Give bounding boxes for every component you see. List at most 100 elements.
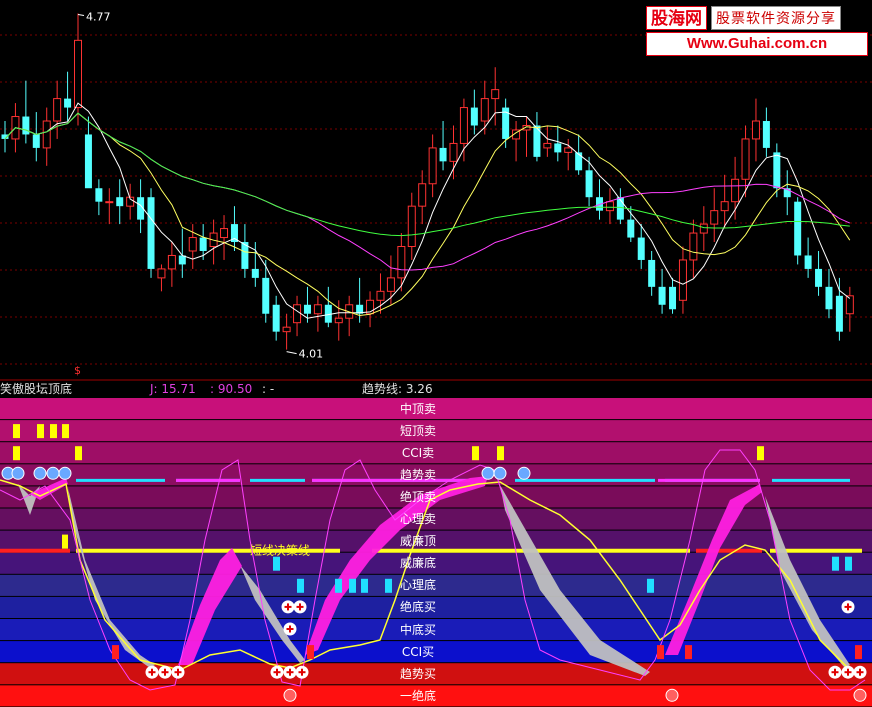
psych-bottom-marker [297, 578, 304, 593]
candle-body-up [428, 147, 437, 185]
band-label: 一绝底 [399, 688, 436, 703]
candle-body-up [543, 142, 552, 149]
mid-bottom-buy-marker [283, 622, 297, 636]
trend-sell-ball [493, 466, 507, 480]
candle-body-up [407, 205, 416, 248]
candle-body-down [815, 268, 823, 287]
band-label: 中顶卖 [399, 401, 436, 416]
psych-bottom-marker [335, 578, 342, 593]
high-label-arrow [77, 13, 85, 16]
candle-body-down [669, 286, 677, 310]
candle-body-down [627, 219, 635, 238]
cci-sell-marker [75, 446, 82, 461]
psych-bottom-marker [647, 578, 654, 593]
cci-sell-marker [13, 446, 20, 461]
candle-body-down [794, 201, 802, 256]
short-top-sell-marker [62, 424, 69, 439]
trend-sell-ball [11, 466, 25, 480]
candle-body-up [564, 147, 573, 153]
low-price-label: 4.01 [299, 348, 324, 361]
candle-body-down [575, 152, 583, 171]
cci-sell-marker [757, 446, 764, 461]
candle-body-up [689, 232, 698, 261]
candle-body-down [272, 304, 280, 332]
candle-body-down [262, 277, 270, 314]
william-top-marker [62, 534, 68, 549]
candle-body-up [282, 326, 291, 333]
william-bottom-marker [845, 556, 852, 571]
absolute-bottom-buy-marker [841, 600, 855, 614]
indicator-name: 笑傲股坛顶底 [0, 382, 73, 396]
candle-body-up [699, 223, 708, 234]
cci-sell-marker [497, 446, 504, 461]
candle-body-up [449, 142, 458, 162]
trend-buy-marker [853, 665, 867, 679]
candle-body-up [313, 304, 322, 315]
candle-body-up [845, 295, 854, 315]
trend-buy-marker [841, 665, 855, 679]
trend-buy-marker [283, 665, 297, 679]
candle-body-up [418, 183, 427, 207]
candle-body-down [32, 134, 40, 148]
band-label: 绝顶卖 [399, 489, 436, 504]
candle-body-down [199, 237, 207, 251]
candle-body-up [491, 89, 500, 100]
absolute-bottom-buy-marker [293, 600, 307, 614]
trend-buy-marker [828, 665, 842, 679]
candle-body-down [95, 188, 103, 202]
candle-body-up [386, 277, 395, 292]
candle-body-down [303, 304, 311, 314]
short-top-sell-marker [50, 424, 57, 439]
candle-body-down [762, 121, 770, 148]
band-label: CCI卖 [401, 445, 435, 460]
cci-buy-marker [307, 645, 314, 660]
band-label: 中底买 [399, 622, 436, 637]
one-bottom-marker [853, 688, 867, 702]
trend-sell-ball [481, 466, 495, 480]
william-bottom-marker [832, 556, 839, 571]
candle-body-up [74, 39, 83, 109]
candle-body-down [835, 295, 843, 332]
candle-body-up [220, 228, 229, 239]
candle-body-up [167, 254, 176, 270]
candle-body-down [84, 134, 92, 189]
high-price-label: 4.77 [86, 10, 111, 23]
cci-buy-marker [685, 645, 692, 660]
candle-body-down [804, 255, 812, 269]
band-label: 绝底买 [399, 600, 436, 615]
overlay-text: 短线决策线 [250, 544, 310, 558]
candle-body-down [637, 237, 645, 260]
trend-buy-marker [270, 665, 284, 679]
band-label: 趋势买 [399, 666, 436, 681]
trend-buy-marker [295, 665, 309, 679]
logo-tagline: 股票软件资源分享 [711, 6, 841, 30]
guhai-logo: 股海网 股票软件资源分享 Www.Guhai.com.cn [646, 6, 868, 56]
band-label: 心理卖 [399, 512, 436, 526]
indicator-value-2: : 90.50 [210, 382, 253, 396]
indicator-trend-value: 趋势线: 3.26 [362, 382, 433, 396]
william-bottom-marker [273, 556, 280, 571]
trend-sell-ball [517, 466, 531, 480]
price-marker: $ [74, 364, 81, 377]
logo-site-name: 股海网 [646, 6, 707, 30]
band-label: CCI买 [401, 644, 435, 659]
candle-body-up [188, 237, 197, 252]
trend-buy-marker [145, 665, 159, 679]
short-top-sell-marker [13, 424, 20, 439]
trend-sell-ball [33, 466, 47, 480]
candle-body-down [22, 116, 30, 135]
ma10-line [4, 112, 851, 317]
candle-body-down [251, 268, 259, 278]
candle-body-up [720, 201, 729, 212]
candle-body-up [397, 246, 406, 279]
band-label: 威廉顶 [399, 534, 436, 549]
candle-body-up [678, 259, 687, 301]
short-top-sell-marker [37, 424, 44, 439]
band-label: 短顶卖 [399, 423, 436, 438]
candle-body-down [773, 152, 781, 189]
candle-body-down [470, 107, 478, 126]
low-label-arrow [286, 351, 297, 355]
trend-buy-marker [158, 665, 172, 679]
candle-body-down [554, 143, 562, 153]
candle-body-up [157, 268, 166, 279]
